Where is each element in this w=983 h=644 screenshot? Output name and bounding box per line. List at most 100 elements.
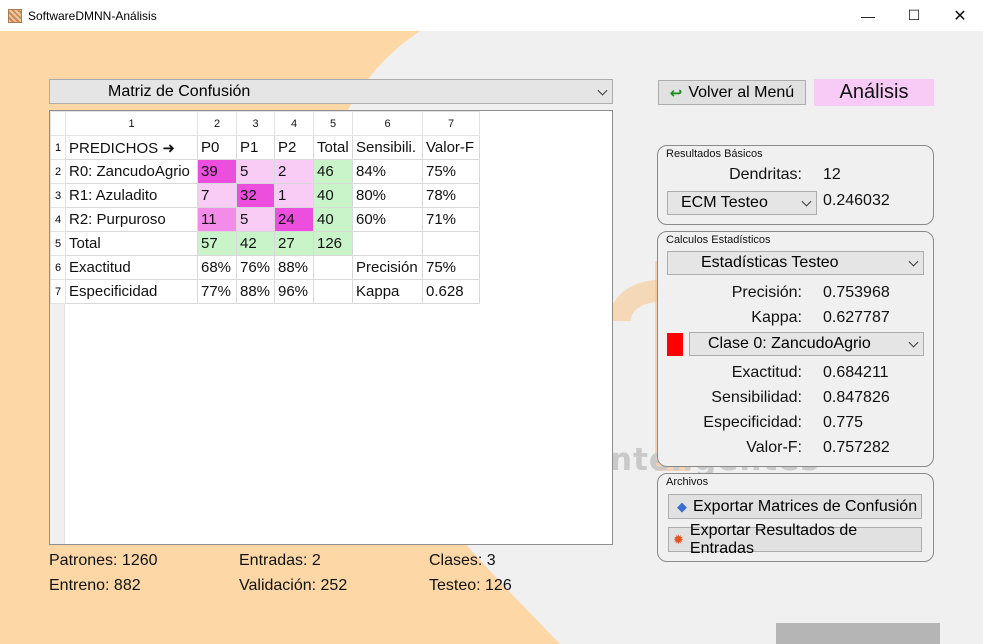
testeo-stat: Testeo: 126 [429, 577, 512, 594]
table-cell[interactable]: PREDICHOS ➜ [65, 135, 198, 160]
row-number: 4 [50, 207, 66, 232]
statistics-set-select[interactable]: Estadísticas Testeo [667, 251, 924, 275]
column-number-row: 1 2 3 4 5 6 7 [50, 111, 480, 136]
table-cell[interactable]: R0: ZancudoAgrio [65, 159, 198, 184]
row-number: 7 [50, 279, 66, 304]
table-cell[interactable]: Total [313, 135, 353, 160]
table-cell[interactable]: 5 [236, 159, 275, 184]
valorf-value: 0.757282 [823, 439, 890, 456]
table-row: 3 R1: Azuladito 7 32 1 40 80% 78% [50, 183, 480, 208]
table-cell[interactable]: Especificidad [65, 279, 198, 304]
export-matrices-button[interactable]: ◆ Exportar Matrices de Confusión [668, 494, 922, 519]
group-title: Resultados Básicos [666, 148, 763, 160]
table-cell[interactable]: P2 [274, 135, 314, 160]
table-cell[interactable]: P1 [236, 135, 275, 160]
table-cell[interactable]: 42 [236, 231, 275, 256]
precision-label: Precisión: [731, 284, 802, 301]
table-cell[interactable]: 78% [422, 183, 480, 208]
table-cell[interactable]: 11 [197, 207, 237, 232]
export-matrices-icon: ◆ [677, 498, 687, 514]
window-title: SoftwareDMNN-Análisis [28, 8, 157, 23]
table-cell[interactable]: 75% [422, 159, 480, 184]
back-to-menu-button[interactable]: ↩ Volver al Menú [658, 80, 806, 105]
column-number: 1 [65, 111, 198, 136]
column-number: 2 [197, 111, 237, 136]
table-cell[interactable] [422, 231, 480, 256]
table-cell[interactable]: P0 [197, 135, 237, 160]
table-cell[interactable]: 77% [197, 279, 237, 304]
ecm-selected: ECM Testeo [681, 194, 768, 211]
table-cell[interactable] [313, 255, 353, 280]
table-row: 7 Especificidad 77% 88% 96% Kappa 0.628 [50, 279, 480, 304]
table-cell[interactable]: 27 [274, 231, 314, 256]
table-cell[interactable]: 32 [236, 183, 275, 208]
table-cell[interactable]: 5 [236, 207, 275, 232]
row-number: 3 [50, 183, 66, 208]
table-cell[interactable]: 60% [352, 207, 423, 232]
table-cell[interactable]: R1: Azuladito [65, 183, 198, 208]
class-select[interactable]: Clase 0: ZancudoAgrio [689, 332, 924, 356]
ecm-value: 0.246032 [823, 192, 890, 209]
return-arrow-icon: ↩ [669, 84, 683, 102]
table-cell[interactable]: 68% [197, 255, 237, 280]
table-cell[interactable]: Precisión [352, 255, 423, 280]
table-cell[interactable]: 76% [236, 255, 275, 280]
table-cell[interactable]: 80% [352, 183, 423, 208]
maximize-button[interactable]: ☐ [891, 0, 937, 31]
table-cell[interactable]: 84% [352, 159, 423, 184]
column-number: 5 [313, 111, 353, 136]
table-cell[interactable]: R2: Purpuroso [65, 207, 198, 232]
table-cell[interactable]: 88% [236, 279, 275, 304]
class-selected: Clase 0: ZancudoAgrio [708, 335, 871, 352]
table-cell[interactable]: 1 [274, 183, 314, 208]
ecm-select[interactable]: ECM Testeo [667, 191, 817, 215]
export-results-button[interactable]: ✹ Exportar Resultados de Entradas [668, 522, 922, 557]
table-cell[interactable]: 96% [274, 279, 314, 304]
table-cell[interactable]: 57 [197, 231, 237, 256]
table-cell[interactable]: 24 [274, 207, 314, 232]
close-button[interactable]: ✕ [937, 0, 983, 31]
minimize-button[interactable]: — [845, 0, 891, 31]
precision-value: 0.753968 [823, 284, 890, 301]
export-results-icon: ✹ [673, 531, 684, 547]
table-row: 1 PREDICHOS ➜ P0 P1 P2 Total Sensibili. … [50, 135, 480, 160]
table-row: 4 R2: Purpuroso 11 5 24 40 60% 71% [50, 207, 480, 232]
table-cell[interactable]: 0.628 [422, 279, 480, 304]
app-icon [8, 8, 22, 23]
entradas-stat: Entradas: 2 [239, 552, 321, 569]
kappa-value: 0.627787 [823, 309, 890, 326]
table-cell[interactable]: Sensibili. [352, 135, 423, 160]
dendritas-value: 12 [823, 166, 841, 183]
class-color-swatch [667, 333, 683, 356]
matrix-type-select[interactable]: Matriz de Confusión [49, 79, 613, 104]
export-matrices-label: Exportar Matrices de Confusión [693, 497, 918, 515]
table-cell[interactable] [313, 279, 353, 304]
table-cell[interactable]: 71% [422, 207, 480, 232]
valorf-label: Valor-F: [746, 439, 802, 456]
table-cell[interactable]: Valor-F [422, 135, 480, 160]
table-cell[interactable]: Exactitud [65, 255, 198, 280]
table-cell[interactable]: Total [65, 231, 198, 256]
table-cell[interactable]: 40 [313, 207, 353, 232]
confusion-matrix-grid[interactable]: 1 2 3 4 5 6 7 1 PREDICHOS ➜ P0 P1 P2 Tot… [49, 110, 613, 545]
table-cell[interactable]: 2 [274, 159, 314, 184]
table-row: 2 R0: ZancudoAgrio 39 5 2 46 84% 75% [50, 159, 480, 184]
table-cell[interactable]: 46 [313, 159, 353, 184]
table-cell[interactable]: 7 [197, 183, 237, 208]
export-results-label: Exportar Resultados de Entradas [689, 521, 858, 557]
table-cell[interactable] [352, 231, 423, 256]
table-cell[interactable]: 126 [313, 231, 353, 256]
table-cell[interactable]: 40 [313, 183, 353, 208]
entreno-stat: Entreno: 882 [49, 577, 141, 594]
corner-cell [50, 111, 66, 136]
section-title: Análisis [814, 79, 934, 106]
table-cell[interactable]: Kappa [352, 279, 423, 304]
table-cell[interactable]: 39 [197, 159, 237, 184]
group-title: Calculos Estadísticos [666, 234, 771, 246]
table-cell[interactable]: 88% [274, 255, 314, 280]
table-cell[interactable]: 75% [422, 255, 480, 280]
kappa-label: Kappa: [751, 309, 802, 326]
row-number: 6 [50, 255, 66, 280]
row-number: 2 [50, 159, 66, 184]
back-to-menu-label: Volver al Menú [688, 83, 795, 101]
